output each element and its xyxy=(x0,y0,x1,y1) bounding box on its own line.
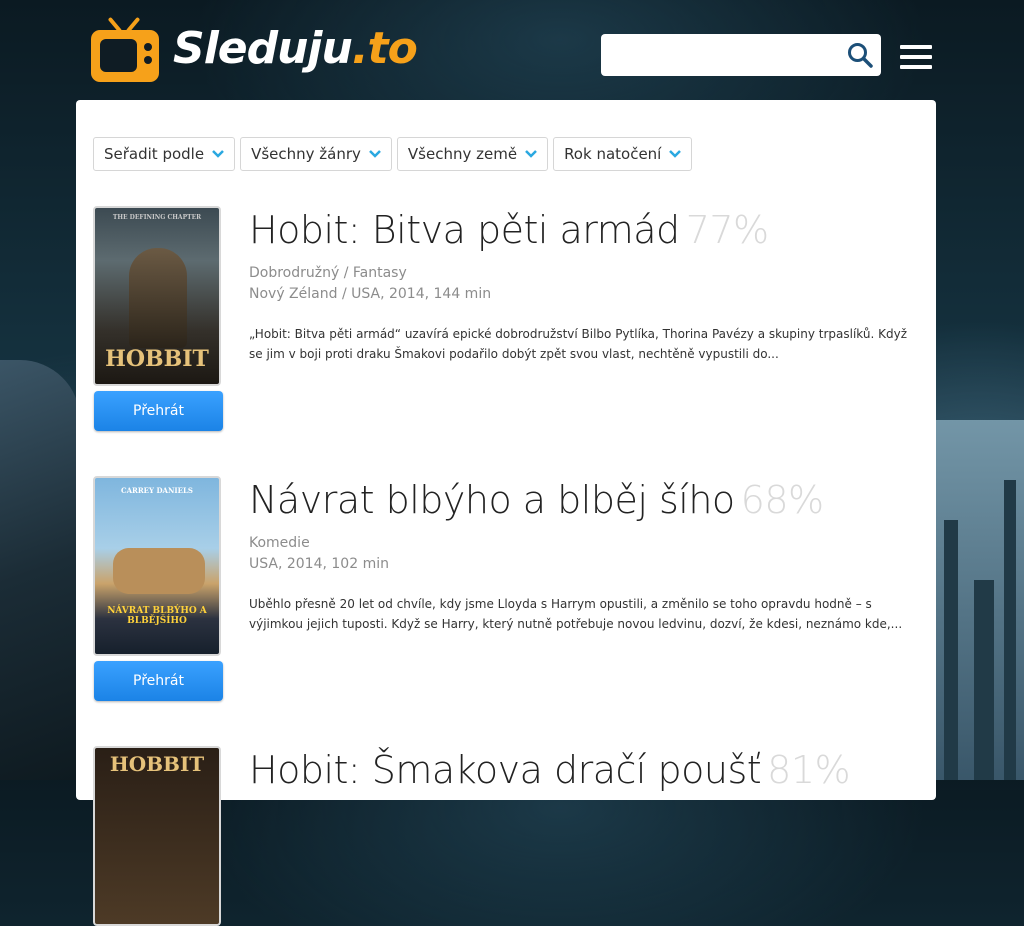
poster-tagline: THE DEFINING CHAPTER xyxy=(112,214,202,221)
movie-description: „Hobit: Bitva pěti armád“ uzavírá epické… xyxy=(249,327,908,361)
chevron-down-icon xyxy=(525,150,537,158)
poster-title: HOBBIT xyxy=(109,752,205,776)
movie-info: USA, 2014, 102 min xyxy=(249,556,389,572)
play-button[interactable]: Přehrát xyxy=(94,391,223,431)
movie-info: Nový Zéland / USA, 2014, 144 min xyxy=(249,286,492,302)
search-box xyxy=(601,34,881,76)
genre-dropdown-label: Všechny žánry xyxy=(251,145,361,163)
site-header: Sleduju.to xyxy=(0,0,1024,100)
country-dropdown[interactable]: Všechny země xyxy=(396,137,549,171)
background-city-right xyxy=(934,420,1024,780)
chevron-down-icon xyxy=(212,150,224,158)
main-content-panel: Seřadit podle Všechny žánry Všechny země… xyxy=(76,100,936,926)
background-figure-left xyxy=(0,360,80,780)
movie-title[interactable]: Hobit: Šmakova dračí poušť 81% xyxy=(249,748,851,792)
poster-title: NÁVRAT BLBÝHO A BLBĚJŠÍHO xyxy=(107,606,207,626)
tv-icon xyxy=(91,14,159,82)
country-dropdown-label: Všechny země xyxy=(407,145,518,163)
movie-rating: 77% xyxy=(685,208,769,252)
movie-poster[interactable]: THE DEFINING CHAPTER HOBBIT xyxy=(93,206,221,386)
movie-rating: 81% xyxy=(767,748,851,792)
poster-tagline: CARREY DANIELS xyxy=(121,486,193,495)
logo-text: Sleduju.to xyxy=(173,22,418,74)
movie-genre: Dobrodružný / Fantasy xyxy=(249,265,407,281)
movie-poster[interactable]: HOBBIT xyxy=(93,746,221,926)
hamburger-menu-icon[interactable] xyxy=(900,45,932,69)
year-dropdown[interactable]: Rok natočení xyxy=(553,137,693,171)
movie-rating: 68% xyxy=(740,478,824,522)
filter-bar: Seřadit podle Všechny žánry Všechny země… xyxy=(93,137,693,171)
site-logo[interactable]: Sleduju.to xyxy=(91,14,418,82)
sort-dropdown[interactable]: Seřadit podle xyxy=(93,137,236,171)
movie-poster[interactable]: CARREY DANIELS NÁVRAT BLBÝHO A BLBĚJŠÍHO xyxy=(93,476,221,656)
sort-dropdown-label: Seřadit podle xyxy=(104,145,205,163)
search-input[interactable] xyxy=(611,42,835,70)
year-dropdown-label: Rok natočení xyxy=(564,145,662,163)
movie-title[interactable]: Návrat blbýho a blběj šího 68% xyxy=(249,478,824,522)
chevron-down-icon xyxy=(369,150,381,158)
chevron-down-icon xyxy=(669,150,682,158)
movie-description: Uběhlo přesně 20 let od chvíle, kdy jsme… xyxy=(249,597,903,631)
search-icon[interactable] xyxy=(847,42,873,68)
play-button[interactable]: Přehrát xyxy=(94,661,223,701)
poster-title: HOBBIT xyxy=(105,346,209,372)
movie-title[interactable]: Hobit: Bitva pěti armád 77% xyxy=(249,208,769,252)
movie-genre: Komedie xyxy=(249,535,310,551)
genre-dropdown[interactable]: Všechny žánry xyxy=(240,137,392,171)
